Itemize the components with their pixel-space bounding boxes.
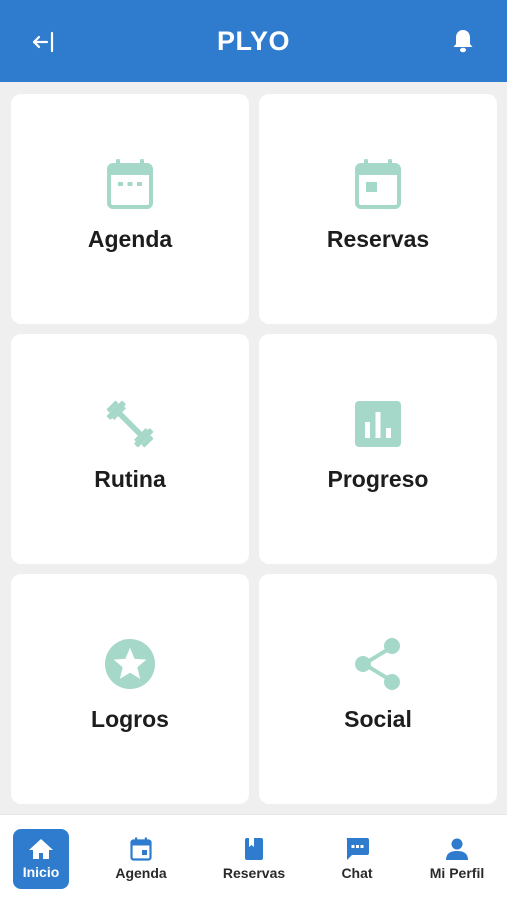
nav-label: Inicio — [22, 864, 60, 880]
app-header: PLYO — [0, 0, 507, 82]
home-icon — [29, 839, 53, 859]
calendar-icon — [130, 837, 152, 861]
tile-label: Agenda — [87, 226, 173, 252]
feature-grid: Agenda Reservas Rutina Progreso Logros S… — [11, 94, 497, 804]
dumbbell-icon — [104, 398, 156, 450]
tile-agenda[interactable]: Agenda — [11, 94, 249, 324]
app-title: PLYO — [216, 25, 291, 56]
nav-label: Mi Perfil — [429, 865, 485, 881]
logout-arrow-icon — [32, 31, 54, 53]
chat-icon — [346, 838, 369, 860]
nav-label: Reservas — [222, 865, 286, 881]
nav-item-reservas[interactable]: Reservas — [218, 829, 290, 889]
calendar-event-icon — [352, 158, 404, 210]
nav-label: Chat — [341, 865, 373, 881]
share-icon — [352, 638, 404, 690]
nav-item-inicio[interactable]: Inicio — [13, 829, 69, 889]
bar-chart-icon — [352, 398, 404, 450]
bottom-navigation: Inicio Agenda Reservas Chat Mi Perfil — [0, 814, 507, 900]
tile-progreso[interactable]: Progreso — [259, 334, 497, 564]
tile-label: Progreso — [327, 466, 429, 492]
logout-button[interactable] — [28, 28, 58, 56]
nav-item-agenda[interactable]: Agenda — [110, 829, 172, 889]
star-badge-icon — [104, 638, 156, 690]
bookmark-icon — [245, 838, 263, 860]
tile-social[interactable]: Social — [259, 574, 497, 804]
nav-item-chat[interactable]: Chat — [334, 829, 380, 889]
calendar-icon — [104, 158, 156, 210]
person-icon — [446, 838, 468, 860]
nav-label: Agenda — [115, 865, 167, 881]
nav-item-mi-perfil[interactable]: Mi Perfil — [424, 829, 490, 889]
tile-reservas[interactable]: Reservas — [259, 94, 497, 324]
tile-label: Reservas — [326, 226, 430, 252]
tile-label: Social — [344, 706, 412, 732]
tile-label: Rutina — [94, 466, 166, 492]
tile-logros[interactable]: Logros — [11, 574, 249, 804]
tile-label: Logros — [91, 706, 169, 732]
notifications-button[interactable] — [449, 26, 477, 56]
tile-rutina[interactable]: Rutina — [11, 334, 249, 564]
bell-icon — [453, 30, 473, 53]
